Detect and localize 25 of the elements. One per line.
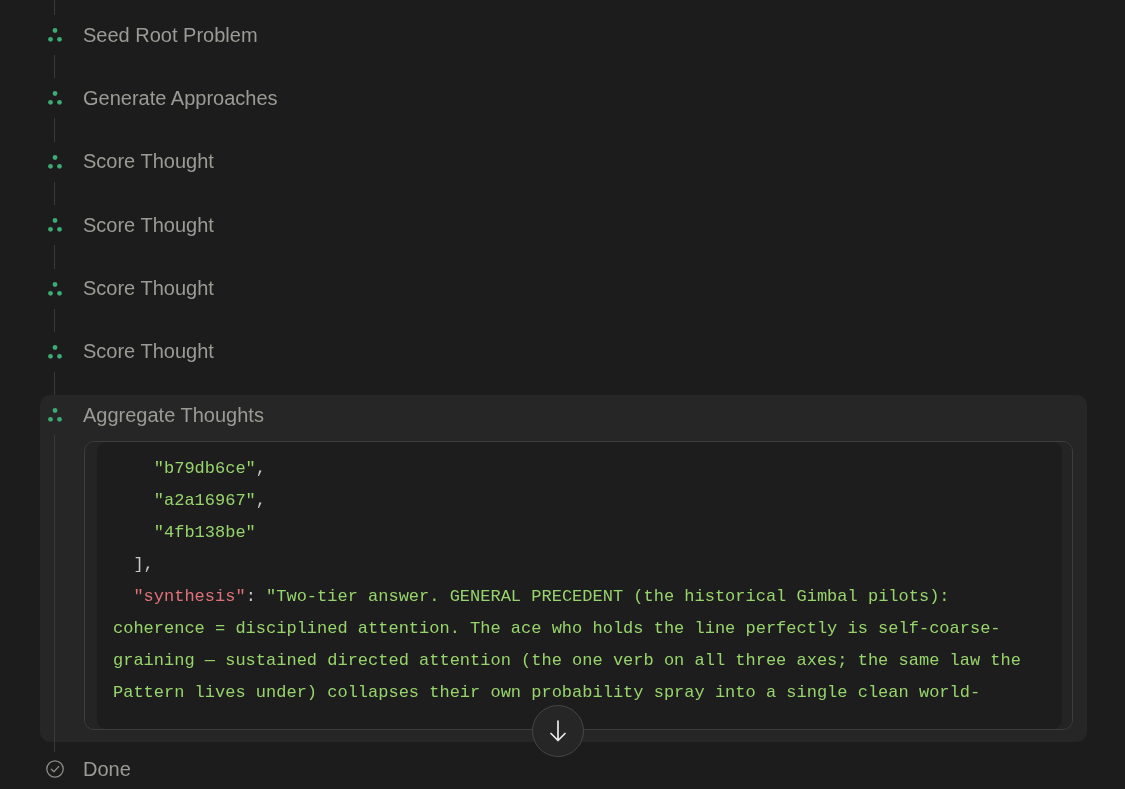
code-line: graining — sustained directed attention (the one verb on all three axes; the same law the xyxy=(113,650,1021,673)
code-line: coherence = disciplined attention. The ace who holds the line perfectly is self-coarse- xyxy=(113,618,1001,641)
code-line: "a2a16967", xyxy=(152,490,267,513)
three-dots-icon xyxy=(47,28,62,42)
step-header[interactable]: Done xyxy=(40,752,131,787)
code-line: ], xyxy=(132,554,154,577)
code-line: "b79db6ce", xyxy=(152,458,267,481)
step-header[interactable]: Score Thought xyxy=(40,141,214,182)
code-line: Pattern lives under) collapses their own probability spray into a single clean world- xyxy=(113,682,981,705)
three-dots-icon xyxy=(47,408,62,423)
three-dots-icon xyxy=(47,154,62,169)
three-dots-icon xyxy=(47,91,62,106)
step-header[interactable]: Score Thought xyxy=(40,205,214,246)
step-header[interactable]: Generate Approaches xyxy=(40,78,278,119)
code-line: "synthesis": "Two-tier answer. GENERAL PRECEDENT (the historical Gimbal pilots): xyxy=(132,586,950,609)
arrow-down-icon xyxy=(548,720,567,743)
check-circle-icon xyxy=(45,760,64,779)
code-line: "4fb138be" xyxy=(152,522,256,545)
step-header[interactable]: Aggregate Thoughts xyxy=(40,395,264,436)
step-header[interactable]: Score Thought xyxy=(40,331,214,372)
three-dots-icon xyxy=(47,281,62,296)
step-header[interactable]: Seed Root Problem xyxy=(40,15,258,55)
three-dots-icon xyxy=(47,218,62,233)
step-header[interactable]: Score Thought xyxy=(40,268,214,309)
three-dots-icon xyxy=(47,344,62,359)
